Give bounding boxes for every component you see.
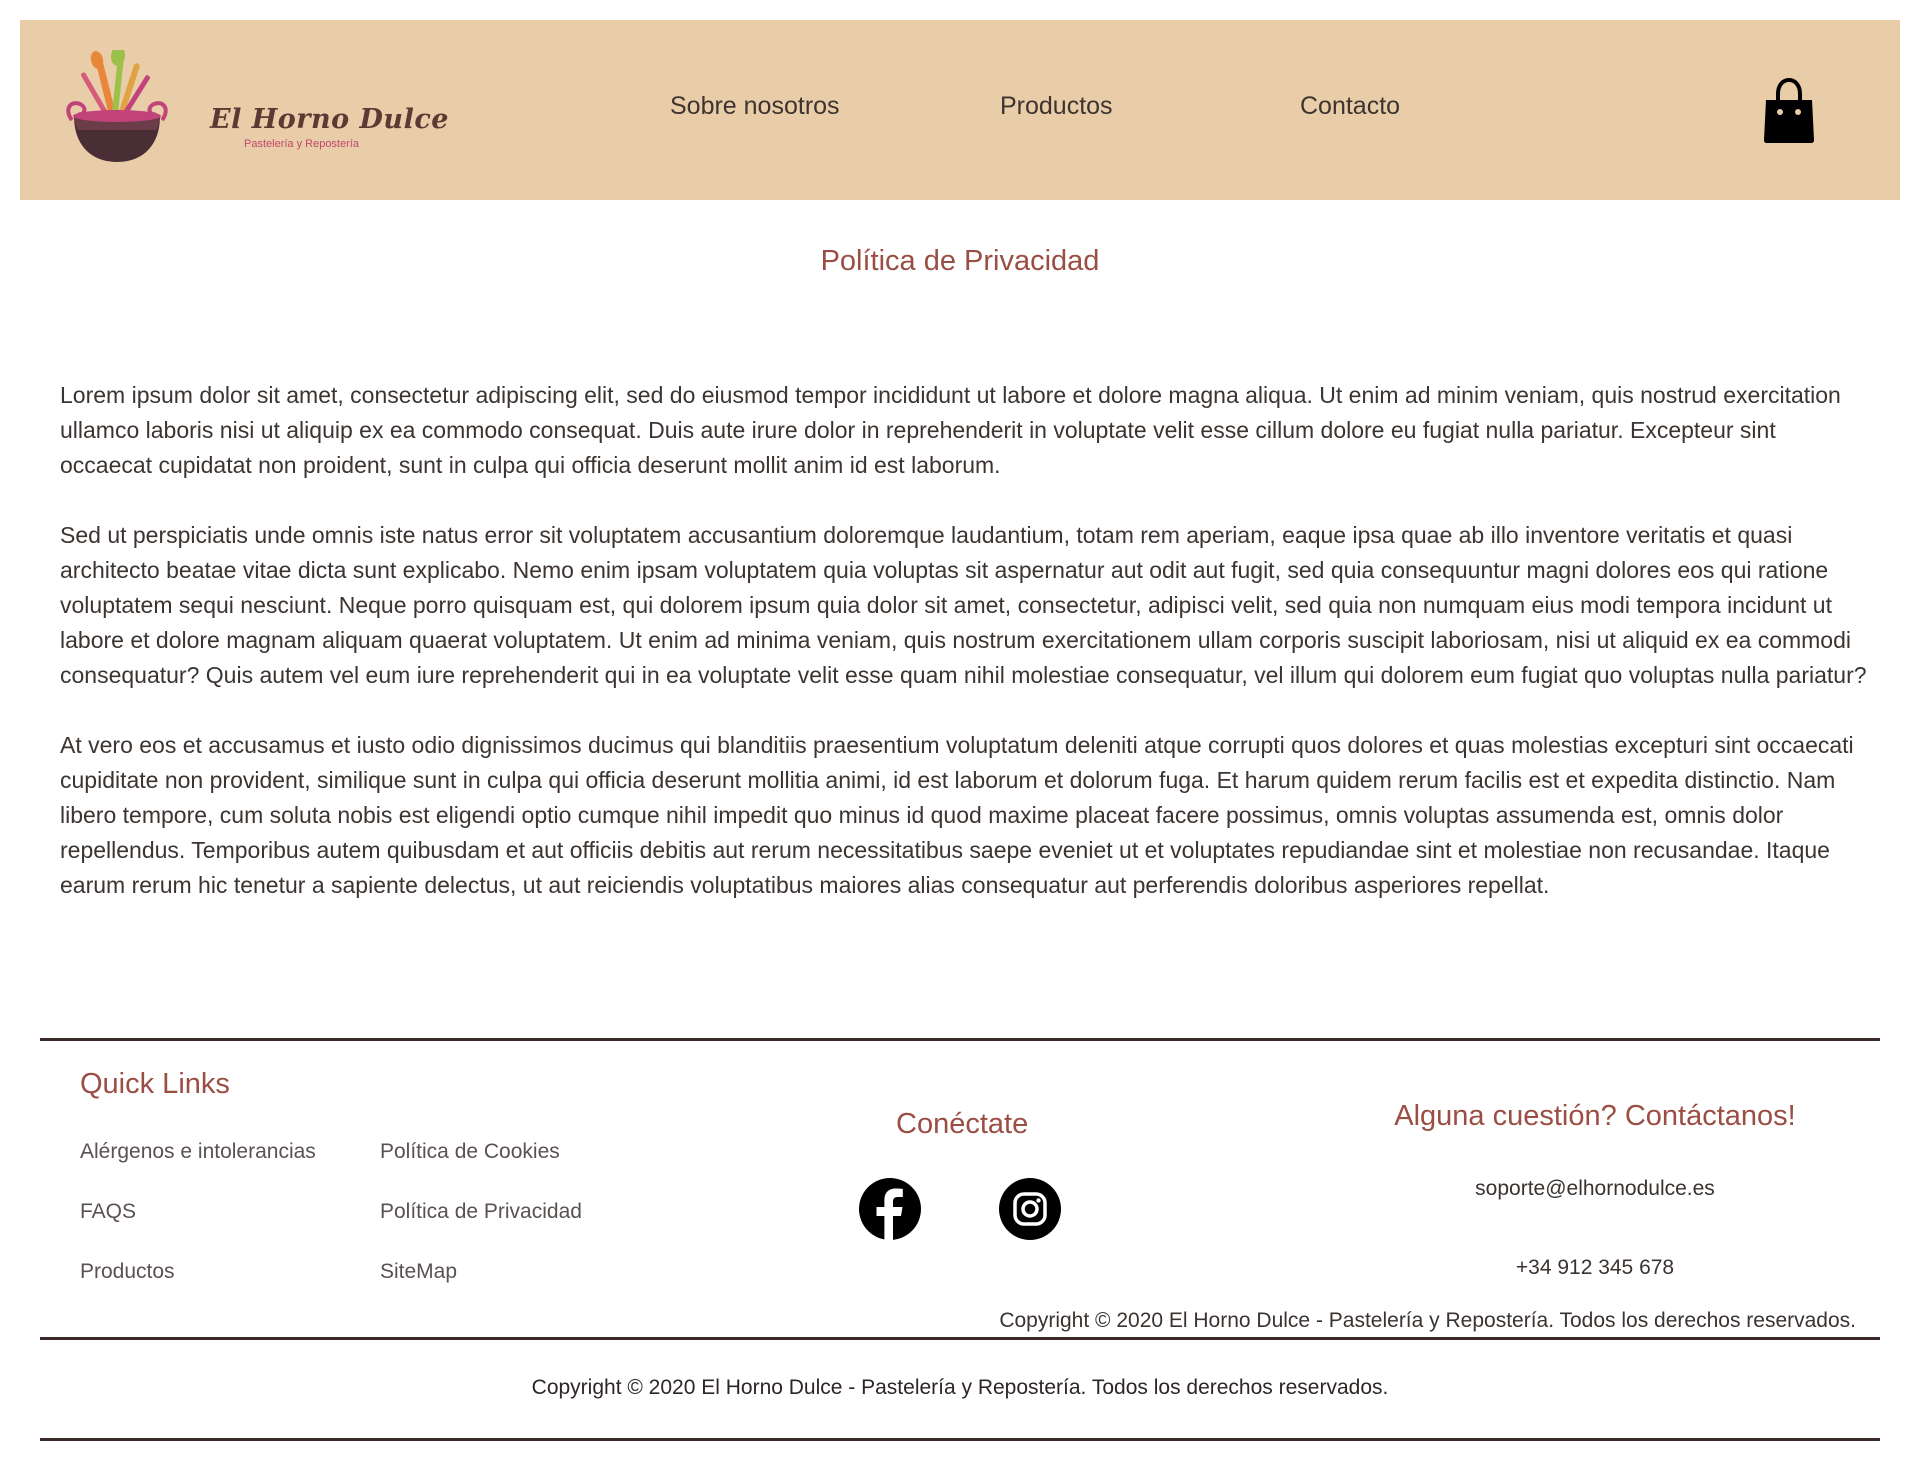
site-logo[interactable]: El Horno Dulce Pastelería y Repostería [62,50,448,180]
site-header: El Horno Dulce Pastelería y Repostería S… [20,20,1900,200]
nav-about-link[interactable]: Sobre nosotros [670,92,840,121]
shopping-bag-icon[interactable] [1762,78,1816,144]
logo-subtitle: Pastelería y Repostería [244,138,359,150]
nav-contact-link[interactable]: Contacto [1300,92,1400,121]
logo-name: El Horno Dulce [210,104,449,135]
nav-products-link[interactable]: Productos [1000,92,1113,121]
footer-divider-bottom [40,1438,1880,1441]
page-title: Política de Privacidad [820,245,1100,277]
connect-title: Conéctate [896,1108,1029,1140]
footer-link-allergens[interactable]: Alérgenos e intolerancias [80,1140,316,1164]
footer-link-faqs[interactable]: FAQS [80,1200,136,1224]
facebook-icon[interactable] [859,1178,921,1240]
quick-links-title: Quick Links [80,1068,230,1100]
contact-email-link[interactable]: soporte@elhornodulce.es [1380,1177,1810,1201]
contact-title: Alguna cuestión? Contáctanos! [1394,1100,1796,1132]
bottom-copyright: Copyright © 2020 El Horno Dulce - Pastel… [531,1376,1389,1399]
policy-paragraph: Lorem ipsum dolor sit amet, consectetur … [60,382,1841,478]
footer-divider-middle [40,1337,1880,1340]
footer-link-products[interactable]: Productos [80,1260,175,1284]
footer-link-cookies[interactable]: Política de Cookies [380,1140,560,1164]
footer-link-sitemap[interactable]: SiteMap [380,1260,457,1284]
policy-paragraph: At vero eos et accusamus et iusto odio d… [60,732,1854,898]
logo-bowl-icon [66,50,168,162]
footer-divider-top [40,1038,1880,1041]
policy-paragraph: Sed ut perspiciatis unde omnis iste natu… [60,522,1867,688]
footer-copyright: Copyright © 2020 El Horno Dulce - Pastel… [999,1309,1856,1332]
footer-link-privacy[interactable]: Política de Privacidad [380,1200,582,1224]
policy-content: Lorem ipsum dolor sit amet, consectetur … [60,378,1870,938]
contact-phone: +34 912 345 678 [1515,1256,1675,1279]
instagram-icon[interactable] [999,1178,1061,1240]
